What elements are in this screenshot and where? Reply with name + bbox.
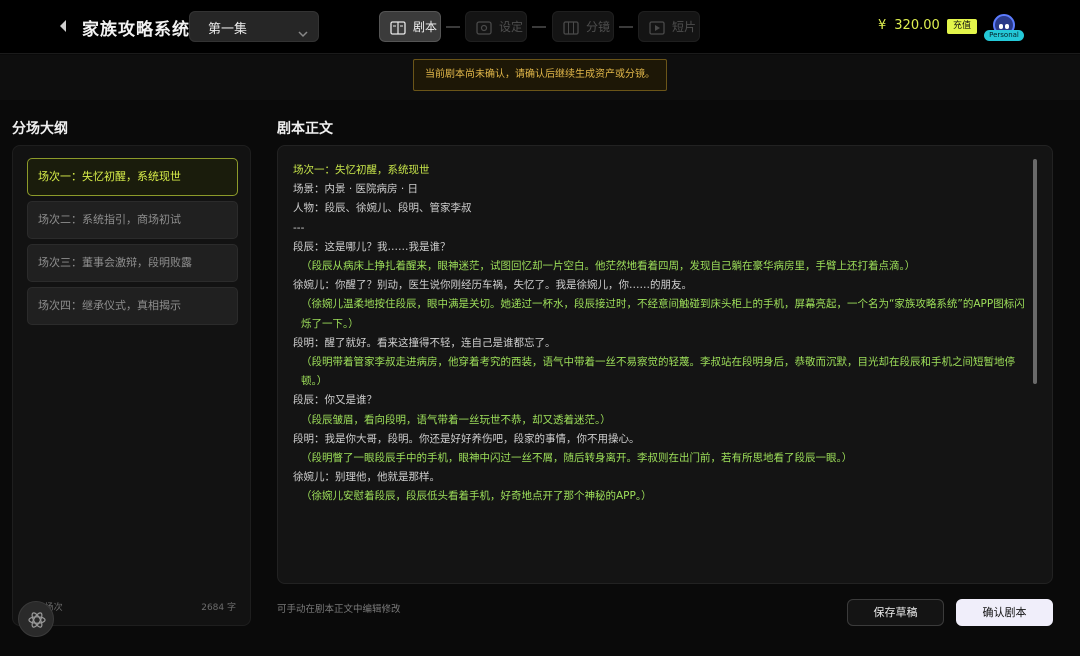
assistant-button[interactable]: [18, 601, 54, 637]
edit-hint: 可手动在剧本正文中编辑修改: [277, 604, 401, 615]
script-line: （徐婉儿温柔地按住段辰，眼中满是关切。她递过一杯水，段辰接过时，不经意间触碰到床…: [301, 298, 1025, 330]
confirm-script-button[interactable]: 确认剧本: [956, 599, 1053, 626]
script-line: 场次一：失忆初醒，系统现世: [293, 164, 430, 176]
scene-item[interactable]: 场次二：系统指引，商场初试: [27, 201, 238, 239]
avatar-tag: Personal: [984, 30, 1024, 41]
script-line: 场景：内景 · 医院病房 · 日: [293, 183, 419, 196]
step-script[interactable]: 剧本: [379, 11, 441, 42]
unconfirmed-notice: 当前剧本尚未确认，请确认后继续生成资产或分镜。: [413, 59, 667, 91]
scene-item[interactable]: 场次三：董事会激辩，段明败露: [27, 244, 238, 282]
scene-item[interactable]: 场次一：失忆初醒，系统现世: [27, 158, 238, 196]
script-line: （段辰皱眉，看向段明，语气带着一丝玩世不恭，却又透着迷茫。）: [301, 413, 611, 426]
step-label: 短片: [672, 20, 697, 34]
top-bar: 家族攻略系统 第一集 剧本 设定 分镜 短片 ¥ 320.00 充值 Perso…: [0, 0, 1080, 54]
scrollbar[interactable]: [1033, 159, 1037, 384]
storyboard-icon: [563, 20, 579, 35]
script-line: （徐婉儿安慰着段辰，段辰低头看着手机，好奇地点开了那个神秘的APP。）: [301, 490, 652, 503]
script-line: （段明瞥了一眼段辰手中的手机，眼神中闪过一丝不屑，随后转身离开。李叔则在出门前，…: [301, 452, 853, 465]
script-line: 段明：醒了就好。看来这撞得不轻，连自己是谁都忘了。: [293, 336, 556, 349]
script-line: 段辰：这是哪儿？我……我是谁？: [293, 240, 451, 253]
balance: ¥320.00: [878, 18, 940, 33]
step-divider: [532, 26, 546, 28]
scene-item[interactable]: 场次四：继承仪式，真相揭示: [27, 287, 238, 325]
step-divider: [619, 26, 633, 28]
script-title: 剧本正文: [277, 121, 333, 137]
script-editor[interactable]: 场次一：失忆初醒，系统现世 场景：内景 · 医院病房 · 日人物：段辰、徐婉儿、段…: [277, 145, 1053, 584]
outline-panel: 场次一：失忆初醒，系统现世 场次二：系统指引，商场初试 场次三：董事会激辩，段明…: [12, 145, 251, 626]
script-line: ---: [293, 221, 305, 234]
script-line: 人物：段辰、徐婉儿、段明、管家李叔: [293, 202, 472, 215]
recharge-button[interactable]: 充值: [947, 19, 977, 34]
step-label: 剧本: [413, 20, 438, 34]
script-text[interactable]: 场次一：失忆初醒，系统现世 场景：内景 · 医院病房 · 日人物：段辰、徐婉儿、段…: [293, 161, 1026, 507]
script-line: 段辰：你又是谁？: [293, 394, 377, 407]
currency-symbol: ¥: [878, 18, 887, 33]
char-count: 2684 字: [201, 603, 236, 613]
step-label: 分镜: [586, 20, 611, 34]
script-line: 徐婉儿：别理他，他就是那样。: [293, 471, 440, 484]
step-divider: [446, 26, 460, 28]
step-video[interactable]: 短片: [638, 11, 700, 42]
script-line: 徐婉儿：你醒了？别动，医生说你刚经历车祸，失忆了。我是徐婉儿，你……的朋友。: [293, 279, 692, 292]
app-root: 家族攻略系统 第一集 剧本 设定 分镜 短片 ¥ 320.00 充值 Perso…: [0, 0, 1080, 656]
settings-icon: [476, 20, 492, 35]
script-line: 段明：我是你大哥，段明。你还是好好养伤吧，段家的事情，你不用操心。: [293, 432, 640, 445]
episode-select[interactable]: 第一集: [189, 11, 319, 42]
outline-title: 分场大纲: [12, 121, 68, 137]
chevron-down-icon: [298, 23, 308, 42]
step-storyboard[interactable]: 分镜: [552, 11, 614, 42]
balance-amount: 320.00: [894, 18, 940, 33]
step-settings[interactable]: 设定: [465, 11, 527, 42]
atom-icon: [28, 612, 46, 628]
script-line: （段明带着管家李叔走进病房，他穿着考究的西装，语气中带着一丝不易察觉的轻蔑。李叔…: [301, 356, 1015, 388]
script-line: （段辰从病床上挣扎着醒来，眼神迷茫，试图回忆却一片空白。他茫然地看着四周，发现自…: [301, 260, 916, 273]
book-icon: [390, 20, 406, 35]
episode-select-value: 第一集: [208, 22, 248, 37]
avatar[interactable]: Personal: [984, 12, 1028, 44]
video-icon: [649, 20, 665, 35]
project-title: 家族攻略系统: [82, 20, 190, 40]
save-draft-button[interactable]: 保存草稿: [847, 599, 944, 626]
step-label: 设定: [499, 20, 524, 34]
back-arrow-icon[interactable]: [58, 19, 70, 33]
